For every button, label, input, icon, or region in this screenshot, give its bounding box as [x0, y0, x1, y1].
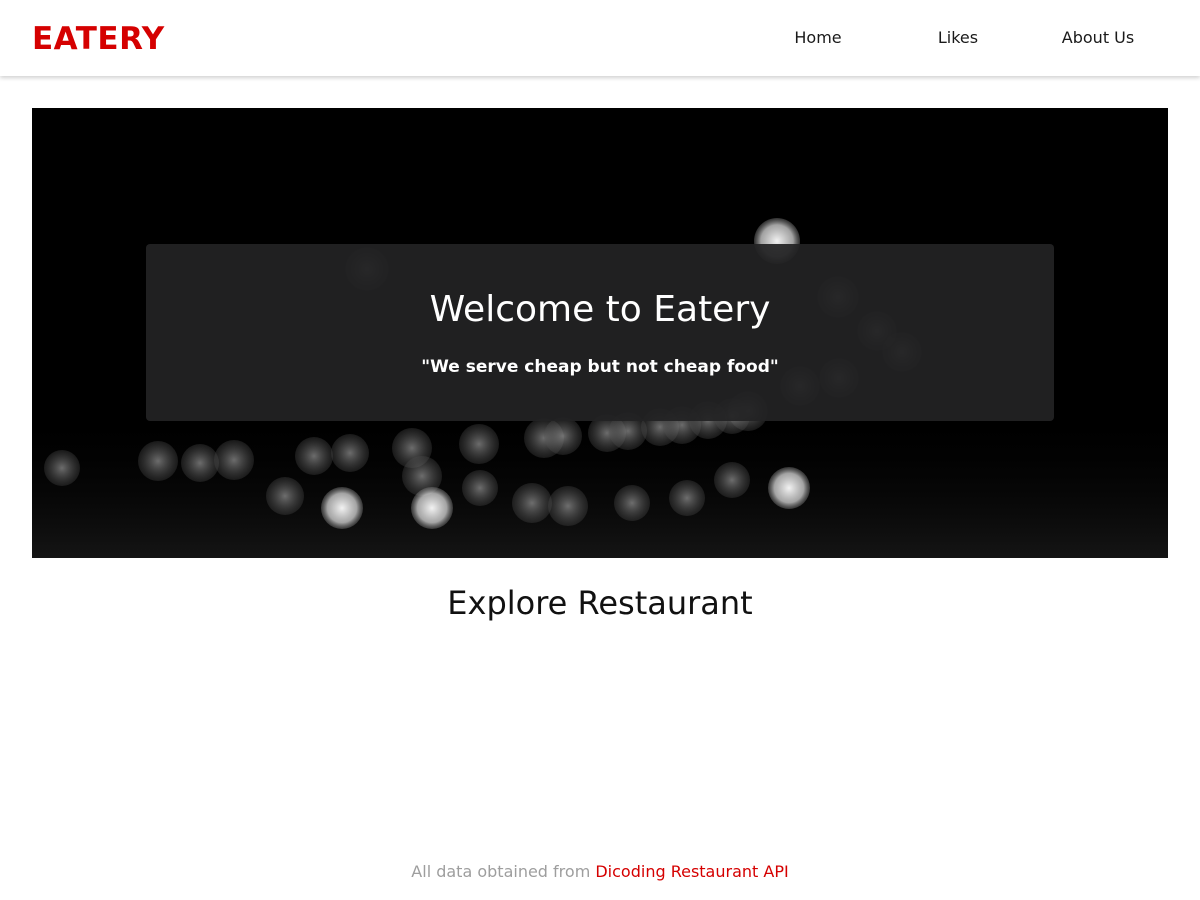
navbar: EATERY Home Likes About Us — [0, 0, 1200, 76]
dicoding-api-link[interactable]: Dicoding Restaurant API — [595, 862, 788, 881]
nav-likes-link[interactable]: Likes — [898, 28, 1018, 48]
nav-home-link[interactable]: Home — [758, 28, 878, 48]
hero-banner: Welcome to Eatery "We serve cheap but no… — [32, 108, 1168, 558]
hero-card: Welcome to Eatery "We serve cheap but no… — [146, 244, 1054, 421]
footer: All data obtained from Dicoding Restaura… — [0, 861, 1200, 883]
nav-about-us-link[interactable]: About Us — [1038, 28, 1158, 48]
hero-tagline: "We serve cheap but not cheap food" — [421, 357, 779, 377]
hero-title: Welcome to Eatery — [429, 289, 771, 330]
footer-text: All data obtained from — [411, 862, 596, 881]
brand-logo[interactable]: EATERY — [32, 20, 165, 58]
explore-restaurant-heading: Explore Restaurant — [447, 584, 753, 622]
